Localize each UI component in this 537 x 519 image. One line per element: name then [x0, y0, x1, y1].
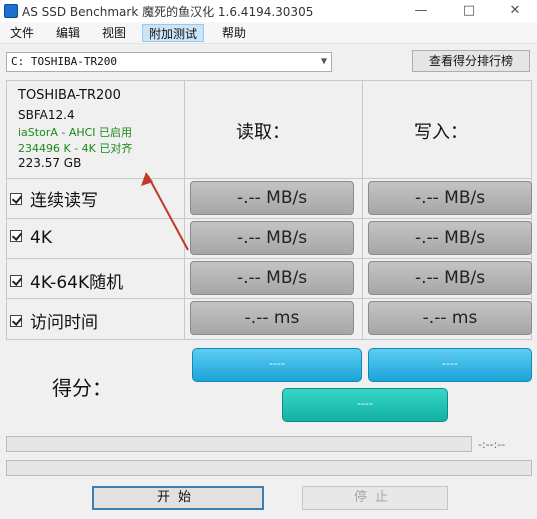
score-read: ----	[192, 348, 362, 382]
view-ranking-button[interactable]: 查看得分排行榜	[412, 50, 530, 72]
checkbox-checked-icon[interactable]	[10, 315, 22, 327]
test-4k[interactable]: 4K	[10, 228, 52, 248]
menu-file[interactable]: 文件	[4, 24, 40, 42]
chevron-down-icon: ▼	[320, 56, 327, 67]
drive-firmware: SBFA12.4	[18, 108, 75, 122]
test-seq[interactable]: 连续读写	[10, 186, 98, 211]
app-icon	[4, 4, 18, 18]
result-4k-read: -.-- MB/s	[190, 221, 354, 255]
maximize-button[interactable]: □	[446, 0, 492, 22]
write-column-heading: 写入：	[414, 122, 468, 143]
menu-bar: 文件 编辑 视图 附加测试 帮助	[0, 22, 537, 44]
drive-select[interactable]: C: TOSHIBA-TR200 ▼	[6, 52, 332, 72]
elapsed-time: -:--:--	[478, 438, 506, 451]
title-bar: AS SSD Benchmark 魔死的鱼汉化 1.6.4194.30305 —…	[0, 0, 537, 22]
checkbox-checked-icon[interactable]	[10, 230, 22, 242]
drive-capacity: 223.57 GB	[18, 156, 82, 170]
window-title: AS SSD Benchmark 魔死的鱼汉化 1.6.4194.30305	[22, 5, 314, 19]
menu-edit[interactable]: 编辑	[50, 24, 86, 42]
start-button[interactable]: 开始	[92, 486, 264, 510]
read-column-heading: 读取：	[236, 122, 290, 143]
drive-alignment: 234496 K - 4K 已对齐	[18, 142, 133, 155]
score-total: ----	[282, 388, 448, 422]
checkbox-checked-icon[interactable]	[10, 275, 22, 287]
minimize-button[interactable]: —	[398, 0, 444, 22]
score-label: 得分：	[52, 376, 112, 400]
test-4k-64[interactable]: 4K-64K随机	[10, 268, 123, 293]
test-access-time[interactable]: 访问时间	[10, 308, 98, 333]
result-seq-read: -.-- MB/s	[190, 181, 354, 215]
result-4k64-read: -.-- MB/s	[190, 261, 354, 295]
result-access-read: -.-- ms	[190, 301, 354, 335]
result-4k64-write: -.-- MB/s	[368, 261, 532, 295]
result-4k-write: -.-- MB/s	[368, 221, 532, 255]
result-seq-write: -.-- MB/s	[368, 181, 532, 215]
drive-driver: iaStorA - AHCI 已启用	[18, 126, 133, 139]
menu-extra-tests[interactable]: 附加测试	[142, 24, 205, 42]
drive-model: TOSHIBA-TR200	[18, 88, 121, 103]
checkbox-checked-icon[interactable]	[10, 193, 22, 205]
progress-bar-2	[6, 460, 532, 476]
menu-view[interactable]: 视图	[96, 24, 132, 42]
drive-select-value: C: TOSHIBA-TR200	[11, 55, 117, 68]
close-button[interactable]: ✕	[492, 0, 537, 22]
result-access-write: -.-- ms	[368, 301, 532, 335]
menu-help[interactable]: 帮助	[216, 24, 252, 42]
stop-button[interactable]: 停止	[302, 486, 448, 510]
score-write: ----	[368, 348, 532, 382]
progress-bar-1	[6, 436, 472, 452]
